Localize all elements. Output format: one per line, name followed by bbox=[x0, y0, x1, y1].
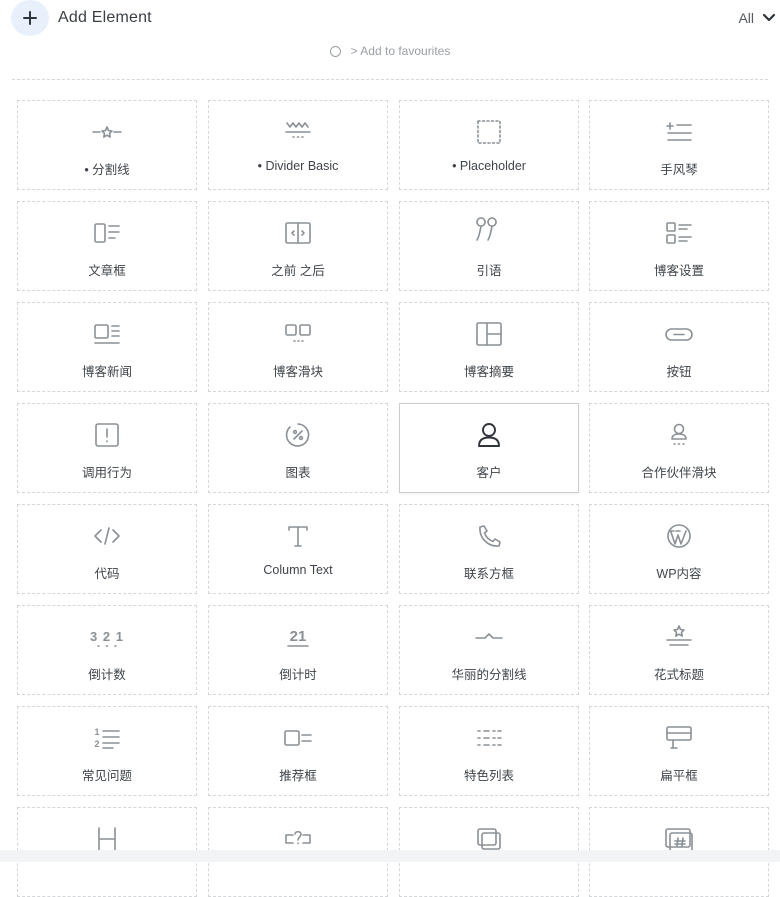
element-tile-label: 博客摘要 bbox=[463, 365, 514, 379]
element-tile[interactable]: 代码 bbox=[17, 504, 197, 594]
page-title: Add Element bbox=[58, 9, 152, 26]
element-tile-label: • Placeholder bbox=[452, 159, 526, 173]
svg-text:3 2 1: 3 2 1 bbox=[90, 629, 124, 644]
element-tile-label: 合作伙伴滑块 bbox=[641, 466, 717, 480]
feature-list-icon bbox=[400, 722, 578, 754]
element-tile-label: 花式标题 bbox=[653, 668, 704, 682]
element-tile[interactable]: 华丽的分割线 bbox=[399, 605, 579, 695]
placeholder-icon bbox=[400, 116, 578, 148]
blog-settings-icon bbox=[590, 217, 768, 249]
element-tile-label: 客户 bbox=[476, 466, 502, 480]
call-to-action-icon bbox=[18, 419, 196, 451]
filter-dropdown[interactable]: All bbox=[738, 10, 776, 26]
divider-star-icon bbox=[18, 116, 196, 148]
element-tile[interactable]: 博客设置 bbox=[589, 201, 769, 291]
wordpress-icon bbox=[590, 520, 768, 552]
element-tile-label: 调用行为 bbox=[81, 466, 132, 480]
partner-slider-icon bbox=[590, 419, 768, 451]
element-tile[interactable]: 博客摘要 bbox=[399, 302, 579, 392]
filter-selected-value: All bbox=[738, 10, 754, 26]
element-tile[interactable]: 引语 bbox=[399, 201, 579, 291]
before-after-icon bbox=[209, 217, 387, 249]
phone-icon bbox=[400, 520, 578, 552]
element-tile-label: 扁平框 bbox=[660, 769, 698, 783]
favourites-label: > Add to favourites bbox=[350, 44, 451, 58]
feature-box-icon bbox=[209, 722, 387, 754]
element-tile[interactable]: 21 倒计时 bbox=[208, 605, 388, 695]
chevron-down-icon bbox=[762, 13, 776, 22]
element-tile-label: 推荐框 bbox=[279, 769, 317, 783]
article-box-icon bbox=[18, 217, 196, 249]
countdown-icon: 21 bbox=[209, 621, 387, 653]
svg-text:1: 1 bbox=[94, 727, 99, 737]
element-tile-label: 引语 bbox=[476, 264, 502, 278]
blog-teaser-icon bbox=[400, 318, 578, 350]
fancy-heading-icon bbox=[590, 621, 768, 653]
svg-text:21: 21 bbox=[290, 628, 307, 645]
element-tile[interactable]: 推荐框 bbox=[208, 706, 388, 796]
fancy-divider-icon bbox=[400, 621, 578, 653]
element-tile[interactable]: 扁平框 bbox=[589, 706, 769, 796]
chart-icon bbox=[209, 419, 387, 451]
column-text-icon bbox=[209, 520, 387, 552]
element-tile-label: 图表 bbox=[285, 466, 311, 480]
element-tile-label: 手风琴 bbox=[660, 163, 698, 177]
svg-text:2: 2 bbox=[94, 739, 99, 749]
quote-icon bbox=[400, 217, 578, 249]
element-tile-label: 博客滑块 bbox=[272, 365, 323, 379]
element-tile[interactable]: 手风琴 bbox=[589, 100, 769, 190]
element-tile[interactable]: WP内容 bbox=[589, 504, 769, 594]
element-tile-label: 博客新闻 bbox=[81, 365, 132, 379]
element-tile[interactable]: 特色列表 bbox=[399, 706, 579, 796]
element-tile[interactable]: 客户 bbox=[399, 403, 579, 493]
element-tile-label: • Divider Basic bbox=[257, 159, 339, 173]
element-tile-label: 常见问题 bbox=[81, 769, 132, 783]
element-tile[interactable]: 花式标题 bbox=[589, 605, 769, 695]
element-tile-label: 博客设置 bbox=[653, 264, 704, 278]
faq-icon: 12 bbox=[18, 722, 196, 754]
element-tile-label: 之前 之后 bbox=[271, 264, 325, 278]
element-tile[interactable]: 3 2 1 倒计数 bbox=[17, 605, 197, 695]
element-tile[interactable]: • 分割线 bbox=[17, 100, 197, 190]
button-icon bbox=[590, 318, 768, 350]
element-tile[interactable]: 之前 之后 bbox=[208, 201, 388, 291]
add-to-favourites[interactable]: > Add to favourites bbox=[0, 40, 780, 62]
element-tile-label: 代码 bbox=[94, 567, 120, 581]
element-tile[interactable]: 图表 bbox=[208, 403, 388, 493]
element-tile-label: 文章框 bbox=[88, 264, 126, 278]
element-tile-label: 倒计数 bbox=[88, 668, 126, 682]
code-icon bbox=[18, 520, 196, 552]
element-tile[interactable]: 调用行为 bbox=[17, 403, 197, 493]
plus-icon bbox=[23, 11, 37, 25]
accordion-icon bbox=[590, 116, 768, 148]
add-element-button[interactable] bbox=[11, 0, 49, 36]
bottom-strip bbox=[0, 850, 780, 862]
divider-basic-icon bbox=[209, 116, 387, 148]
element-tile-label: 倒计时 bbox=[279, 668, 317, 682]
section-divider bbox=[12, 79, 768, 80]
element-tile[interactable]: 按钮 bbox=[589, 302, 769, 392]
flat-box-icon bbox=[590, 722, 768, 754]
element-tile-label: WP内容 bbox=[656, 567, 702, 581]
element-tile[interactable]: 文章框 bbox=[17, 201, 197, 291]
element-tile[interactable]: • Placeholder bbox=[399, 100, 579, 190]
element-tile-label: Column Text bbox=[263, 563, 333, 577]
blog-slider-icon bbox=[209, 318, 387, 350]
element-tile[interactable]: 博客新闻 bbox=[17, 302, 197, 392]
element-tile-label: 联系方框 bbox=[463, 567, 514, 581]
element-tile-label: • 分割线 bbox=[84, 163, 130, 177]
element-tile-label: 按钮 bbox=[666, 365, 692, 379]
client-icon bbox=[400, 419, 578, 451]
counter-icon: 3 2 1 bbox=[18, 621, 196, 653]
blog-news-icon bbox=[18, 318, 196, 350]
element-tile[interactable]: Column Text bbox=[208, 504, 388, 594]
element-tile[interactable]: 合作伙伴滑块 bbox=[589, 403, 769, 493]
element-tile[interactable]: 1 2 常见问题 bbox=[17, 706, 197, 796]
element-tile-label: 华丽的分割线 bbox=[451, 668, 527, 682]
favourite-circle-icon bbox=[329, 45, 341, 57]
element-tile[interactable]: • Divider Basic bbox=[208, 100, 388, 190]
element-tile[interactable]: 博客滑块 bbox=[208, 302, 388, 392]
element-tile-label: 特色列表 bbox=[463, 769, 514, 783]
element-tile[interactable]: 联系方框 bbox=[399, 504, 579, 594]
